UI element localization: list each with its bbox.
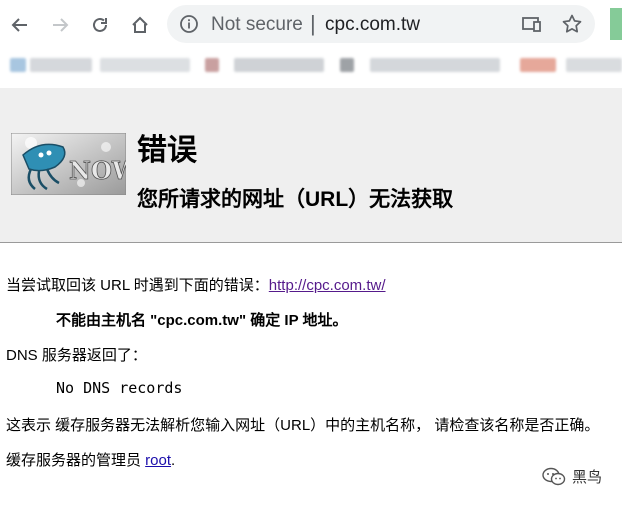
forward-button[interactable]: [48, 13, 72, 37]
forward-arrow-icon: [53, 18, 69, 32]
bookmark-item[interactable]: [566, 58, 622, 72]
back-arrow-icon: [11, 18, 27, 32]
error-message-text: 当尝试取回该 URL 时遇到下面的错误：: [6, 277, 269, 294]
dns-failure-prefix: 不能由主机名: [56, 312, 151, 329]
bookmark-favicon-icon[interactable]: [10, 58, 26, 72]
bookmark-item[interactable]: [30, 58, 92, 72]
bookmark-favicon-icon[interactable]: [340, 58, 354, 72]
explanation-line: 这表示 缓存服务器无法解析您输入网址（URL）中的主机名称， 请检查该名称是否正…: [6, 417, 600, 434]
extension-icon[interactable]: [610, 8, 622, 40]
dns-failure-line: 不能由主机名 "cpc.com.tw" 确定 IP 地址。: [56, 309, 348, 330]
error-subtitle: 您所请求的网址（URL）无法获取: [137, 188, 454, 211]
home-icon: [132, 16, 148, 33]
dns-returned-line: DNS 服务器返回了：: [6, 347, 147, 364]
bookmark-item[interactable]: [370, 58, 500, 72]
squid-logo: NOW: [10, 132, 140, 196]
error-message-line: 当尝试取回该 URL 时遇到下面的错误：http://cpc.com.tw/: [6, 274, 386, 295]
bookmark-star-icon[interactable]: [561, 13, 583, 40]
bookmark-item[interactable]: [100, 58, 190, 72]
cast-icon[interactable]: [521, 14, 543, 39]
watermark: 黑鸟: [542, 466, 602, 487]
dns-response-text: No DNS records: [56, 379, 183, 397]
bookmark-favicon-icon[interactable]: [205, 58, 219, 72]
admin-prefix: 缓存服务器的管理员: [6, 452, 146, 469]
home-button[interactable]: [128, 13, 152, 37]
bookmark-favicon-icon[interactable]: [520, 58, 556, 72]
security-label[interactable]: Not secure: [211, 14, 303, 36]
error-title: 错误: [137, 134, 197, 167]
reload-icon: [93, 17, 107, 32]
address-separator: |: [310, 11, 316, 36]
requested-url-link[interactable]: http://cpc.com.tw/: [269, 277, 386, 294]
admin-line: 缓存服务器的管理员 root.: [6, 449, 175, 470]
bookmark-item[interactable]: [234, 58, 324, 72]
logo-lettering: NOW: [69, 156, 126, 185]
bookmarks-bar: [0, 52, 622, 86]
address-bar[interactable]: Not secure | cpc.com.tw: [167, 5, 595, 43]
info-icon[interactable]: [179, 14, 199, 39]
back-button[interactable]: [8, 13, 32, 37]
wechat-icon: [542, 467, 566, 485]
url-text[interactable]: cpc.com.tw: [325, 14, 420, 36]
admin-suffix: .: [171, 452, 176, 469]
dns-failure-host: "cpc.com.tw": [150, 312, 247, 329]
watermark-text: 黑鸟: [572, 469, 603, 486]
dns-failure-suffix: 确定 IP 地址。: [246, 312, 348, 329]
reload-button[interactable]: [88, 13, 112, 37]
admin-link[interactable]: root: [145, 452, 171, 469]
browser-toolbar: Not secure | cpc.com.tw: [0, 0, 622, 52]
